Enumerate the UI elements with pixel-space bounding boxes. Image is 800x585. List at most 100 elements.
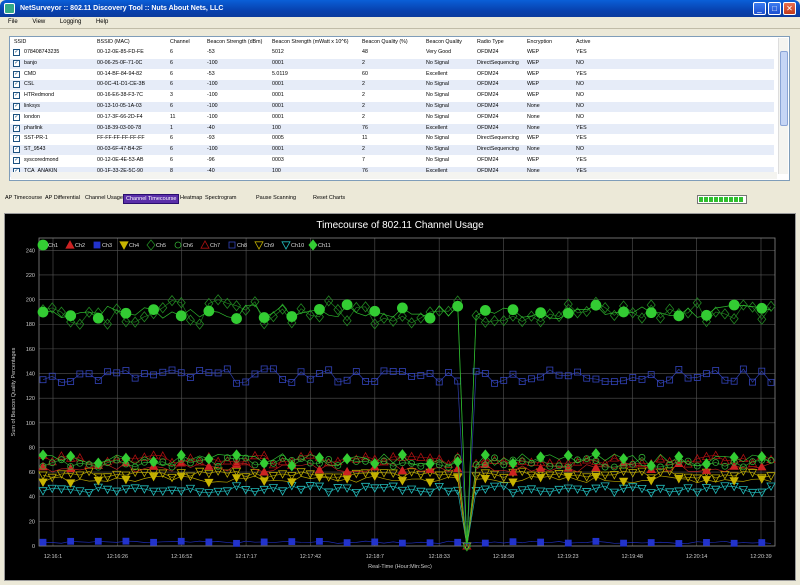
col-encryption[interactable]: Encryption xyxy=(527,39,552,45)
row-checkbox[interactable]: ✓ xyxy=(13,146,20,154)
row-checkbox[interactable]: ✓ xyxy=(13,92,20,100)
row-checkbox[interactable]: ✓ xyxy=(13,157,20,164)
table-row[interactable]: ✓ linksys 00-13-10-05-1A-03 6 -100 0001 2 No Si… xyxy=(10,102,774,112)
table-row[interactable]: ✓ banjo 00-06-25-0F-71-0C 6 -100 0001 2 No Sign… xyxy=(10,58,774,69)
table-row[interactable]: ✓ syscoredmond 00-12-0E-4E-53-AB 6 -96 0003 7 N… xyxy=(10,156,774,166)
row-checkbox[interactable]: ✓ xyxy=(13,49,20,56)
legend-label-ch6: Ch6 xyxy=(183,243,193,249)
progress-block xyxy=(704,197,708,202)
tab-heatmap[interactable]: Heatmap xyxy=(178,194,204,202)
cell-encryption: WEP xyxy=(527,81,540,88)
cell-active: NO xyxy=(576,59,584,66)
col-radio[interactable]: Radio Type xyxy=(477,39,504,45)
cell-strength-mw: 0001 xyxy=(272,59,284,66)
data-point-ch10 xyxy=(277,487,288,496)
row-checkbox[interactable]: ✓ xyxy=(13,81,20,89)
cell-radio: OFDM24 xyxy=(477,92,499,99)
minimize-button[interactable]: _ xyxy=(753,2,766,15)
table-row[interactable]: ✓ CMD 00-14-BF-84-94-82 6 -53 5.0119 60 Excelle… xyxy=(10,70,774,80)
horizontal-scrollbar[interactable] xyxy=(11,172,777,179)
pause-scanning-button[interactable]: Pause Scanning xyxy=(254,194,298,202)
table-row[interactable]: ✓ pharlink 00-18-39-03-00-78 1 -40 100 76 Excel… xyxy=(10,123,774,134)
ap-table[interactable]: SSID BSSID (MAC) Channel Beacon Strength… xyxy=(9,36,790,181)
legend-label-ch10: Ch10 xyxy=(291,243,304,249)
data-point-ch1 xyxy=(231,313,242,324)
cell-strength-mw: 5012 xyxy=(272,49,284,55)
row-checkbox[interactable]: ✓ xyxy=(13,103,20,110)
table-row[interactable]: ✓ HTRedmond 00-16-E6-38-F3-7C 3 -100 0001 2 No … xyxy=(10,91,774,101)
legend-label-ch4: Ch4 xyxy=(129,243,139,249)
col-bssid[interactable]: BSSID (MAC) xyxy=(97,39,130,45)
reset-charts-button[interactable]: Reset Charts xyxy=(311,194,347,202)
cell-radio: OFDM24 xyxy=(477,49,499,55)
col-quality-pct[interactable]: Beacon Quality (%) xyxy=(362,39,408,45)
table-row[interactable]: ✓ london 00-17-3F-66-2D-F4 11 -100 0001 2 No Si… xyxy=(10,113,774,123)
cell-strength-mw: 100 xyxy=(272,124,281,131)
cell-radio: DirectSequencing xyxy=(477,135,519,142)
table-row[interactable]: ✓ SST-PR-1 FF-FF-FF-FF-FF-FF 6 -93 0005 11 No S… xyxy=(10,134,774,144)
cell-active: YES xyxy=(576,135,587,142)
data-point-ch3 xyxy=(398,539,406,547)
data-point-ch1 xyxy=(424,312,436,324)
data-point-ch10 xyxy=(231,482,242,491)
row-checkbox[interactable]: ✓ xyxy=(13,70,20,78)
col-ssid[interactable]: SSID xyxy=(14,39,26,45)
row-checkbox[interactable]: ✓ xyxy=(13,59,20,67)
row-checkbox[interactable]: ✓ xyxy=(13,124,20,132)
data-point-ch1 xyxy=(590,299,602,311)
data-point-ch1 xyxy=(535,307,547,319)
col-strength-mw[interactable]: Beacon Strength (mWatt x 10^6) xyxy=(272,39,348,45)
scroll-thumb[interactable] xyxy=(780,51,788,126)
col-channel[interactable]: Channel xyxy=(170,39,190,45)
plot-border xyxy=(38,237,776,547)
col-quality[interactable]: Beacon Quality xyxy=(426,39,462,45)
data-point-ch3 xyxy=(371,538,379,546)
table-row[interactable]: ✓ CSL 00-0C-41-D1-CE-3B 6 -100 0001 2 No Signal… xyxy=(10,80,774,91)
data-point-ch9 xyxy=(582,473,592,482)
menu-logging[interactable]: Logging xyxy=(52,17,86,25)
data-point-ch11 xyxy=(342,453,352,465)
row-checkbox[interactable]: ✓ xyxy=(13,113,20,121)
cell-bssid: FF-FF-FF-FF-FF-FF xyxy=(97,135,145,142)
cell-strength-dbm: -100 xyxy=(207,59,218,66)
chart-svg: Timecourse of 802.11 Channel Usage 0 20 40 6… xyxy=(11,220,776,570)
data-point-ch3 xyxy=(454,538,462,546)
row-checkbox[interactable]: ✓ xyxy=(13,135,20,143)
tab-channel-usage[interactable]: Channel Usage xyxy=(83,194,125,202)
menu-view[interactable]: View xyxy=(24,17,50,25)
data-point-ch9 xyxy=(600,471,610,481)
data-point-ch10 xyxy=(148,487,159,497)
table-row[interactable]: ✓ 078408743235 00-12-0E-85-FD-FE 6 -53 5012 48… xyxy=(10,48,774,58)
vertical-scrollbar[interactable] xyxy=(778,38,788,174)
y-tick-label: 180 xyxy=(26,322,35,328)
menu-file[interactable]: File xyxy=(0,17,23,25)
menu-help[interactable]: Help xyxy=(88,17,113,25)
data-point-ch9 xyxy=(139,468,150,478)
table-row[interactable]: ✓ ST_9543 00-03-6F-47-B4-2F 6 -100 0001 2 No Si… xyxy=(10,145,774,156)
tab-ap-timecourse[interactable]: AP Timecourse xyxy=(3,194,44,202)
col-strength-dbm[interactable]: Beacon Strength (dBm) xyxy=(207,39,262,45)
data-point-ch1 xyxy=(618,306,629,318)
cell-strength-dbm: -53 xyxy=(207,70,215,77)
cell-channel: 6 xyxy=(170,135,173,142)
col-active[interactable]: Active xyxy=(576,39,590,45)
data-point-ch3 xyxy=(426,539,434,547)
cell-active: NO xyxy=(576,81,584,88)
cell-quality: Excellent xyxy=(426,124,448,131)
cell-encryption: None xyxy=(527,124,540,131)
scan-progress-bar xyxy=(697,195,747,204)
cell-encryption: None xyxy=(527,103,540,109)
data-point-ch1 xyxy=(341,299,353,311)
cell-channel: 3 xyxy=(170,92,173,99)
close-button[interactable]: ✕ xyxy=(783,2,796,15)
tab-channel-timecourse[interactable]: Channel Timecourse xyxy=(123,194,180,204)
data-point-ch3 xyxy=(481,539,489,547)
cell-ssid: syscoredmond xyxy=(24,157,59,163)
maximize-button[interactable]: □ xyxy=(768,2,781,15)
tab-spectrogram[interactable]: Spectrogram xyxy=(203,194,239,202)
data-point-ch4 xyxy=(119,241,129,250)
tab-ap-differential[interactable]: AP Differential xyxy=(43,194,82,202)
cell-bssid: 00-12-0E-85-FD-FE xyxy=(97,49,144,55)
y-tick-label: 80 xyxy=(29,445,35,451)
menu-bar: File View Logging Help xyxy=(0,17,800,29)
